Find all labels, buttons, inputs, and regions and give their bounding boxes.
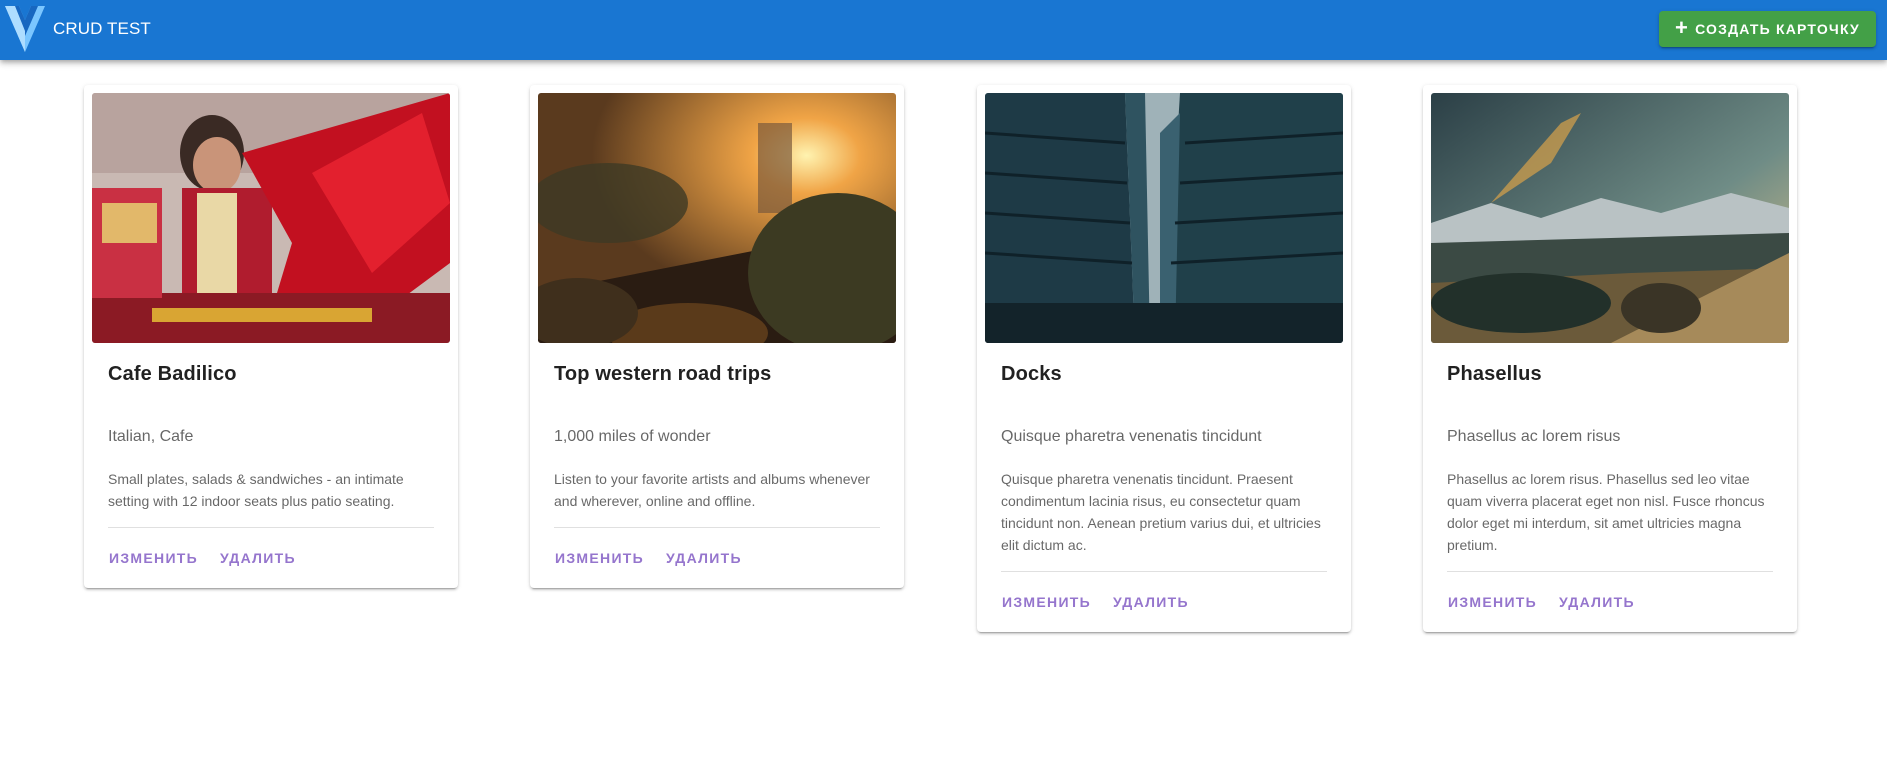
card-subtitle: Quisque pharetra venenatis tincidunt — [1001, 428, 1262, 445]
edit-button[interactable]: ИЗМЕНИТЬ — [1446, 588, 1539, 616]
plus-icon: + — [1675, 15, 1690, 40]
vuetify-logo-icon — [5, 6, 45, 52]
card: Docks Quisque pharetra venenatis tincidu… — [977, 85, 1351, 632]
delete-button[interactable]: УДАЛИТЬ — [664, 544, 744, 572]
card-image-mountain-landscape — [1431, 93, 1789, 343]
card: Cafe Badilico Italian, Cafe Small plates… — [84, 85, 458, 588]
edit-button[interactable]: ИЗМЕНИТЬ — [553, 544, 646, 572]
card: Phasellus Phasellus ac lorem risus Phase… — [1423, 85, 1797, 632]
card-text: Quisque pharetra venenatis tincidunt. Pr… — [1001, 471, 1321, 553]
card-text: Phasellus ac lorem risus. Phasellus sed … — [1447, 471, 1765, 553]
card-subtitle: Italian, Cafe — [108, 428, 194, 445]
edit-button[interactable]: ИЗМЕНИТЬ — [1000, 588, 1093, 616]
card-image-city-buildings — [985, 93, 1343, 343]
card-divider — [1447, 571, 1773, 572]
card-image-bullfighter — [92, 93, 450, 343]
delete-button[interactable]: УДАЛИТЬ — [1111, 588, 1191, 616]
card-divider — [1001, 571, 1327, 572]
card-subtitle: 1,000 miles of wonder — [554, 428, 711, 445]
card-divider — [554, 527, 880, 528]
card-image-cactus-sunset — [538, 93, 896, 343]
card-text: Listen to your favorite artists and albu… — [554, 471, 870, 509]
app-bar: CRUD TEST + СОЗДАТЬ КАРТОЧКУ — [0, 0, 1887, 60]
delete-button[interactable]: УДАЛИТЬ — [1557, 588, 1637, 616]
card-divider — [108, 527, 434, 528]
card-subtitle: Phasellus ac lorem risus — [1447, 428, 1621, 445]
create-card-label: СОЗДАТЬ КАРТОЧКУ — [1695, 21, 1860, 37]
delete-button[interactable]: УДАЛИТЬ — [218, 544, 298, 572]
app-title: CRUD TEST — [53, 19, 151, 38]
create-card-button[interactable]: + СОЗДАТЬ КАРТОЧКУ — [1659, 11, 1876, 47]
card-title: Docks — [1001, 363, 1062, 385]
card-title: Phasellus — [1447, 363, 1542, 385]
card-title: Cafe Badilico — [108, 363, 237, 385]
card-text: Small plates, salads & sandwiches - an i… — [108, 471, 404, 509]
edit-button[interactable]: ИЗМЕНИТЬ — [107, 544, 200, 572]
card: Top western road trips 1,000 miles of wo… — [530, 85, 904, 588]
card-title: Top western road trips — [554, 363, 772, 385]
